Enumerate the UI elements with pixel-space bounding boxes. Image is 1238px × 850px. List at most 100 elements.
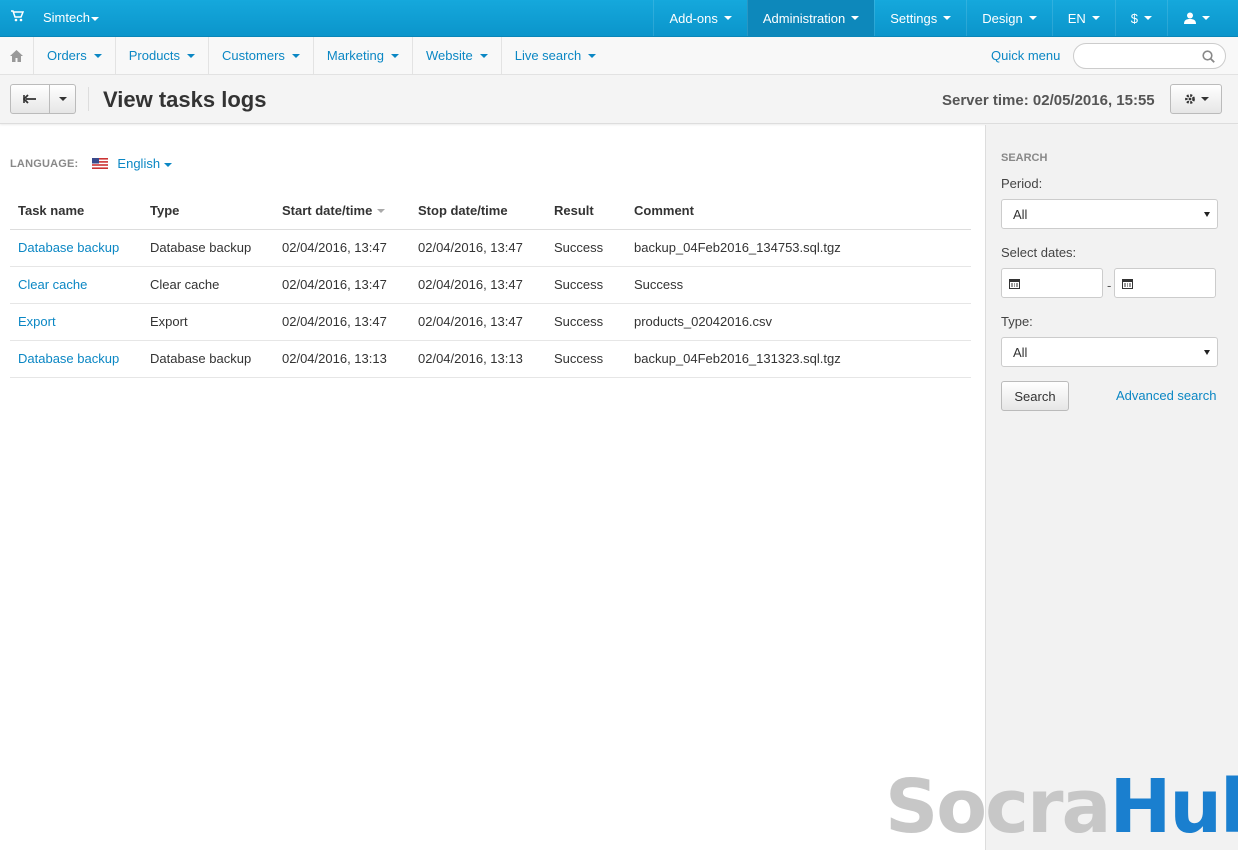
col-start[interactable]: Start date/time [274, 192, 410, 230]
col-task-name[interactable]: Task name [10, 192, 142, 230]
table-row: Export Export 02/04/2016, 13:47 02/04/20… [10, 303, 971, 341]
calendar-icon[interactable] [1009, 278, 1020, 289]
language-selector: LANGUAGE: English [10, 156, 173, 171]
sort-desc-icon [377, 209, 386, 214]
comment-cell: backup_04Feb2016_131323.sql.tgz [626, 340, 971, 378]
nav-administration[interactable]: Administration [746, 0, 875, 36]
menu-live-search[interactable]: Live search [502, 37, 609, 74]
col-comment[interactable]: Comment [626, 192, 971, 230]
task-name-cell: Database backup [10, 229, 142, 267]
back-dropdown-button[interactable] [50, 84, 76, 114]
col-stop[interactable]: Stop date/time [410, 192, 546, 230]
start-cell: 02/04/2016, 13:47 [274, 303, 410, 341]
period-select[interactable]: All [1001, 199, 1218, 229]
main-menu-bar: Orders Products Customers Marketing Webs… [0, 37, 1238, 75]
cart-icon[interactable] [10, 9, 24, 23]
calendar-icon[interactable] [1122, 278, 1133, 289]
watermark-part1: Socra [885, 764, 1111, 850]
top-nav: Add-ons Administration Settings Design E… [653, 0, 1238, 37]
chevron-down-icon [164, 162, 173, 167]
table-row: Database backup Database backup 02/04/20… [10, 340, 971, 378]
nav-currency-label: $ [1130, 10, 1138, 26]
nav-currency[interactable]: $ [1114, 0, 1167, 36]
gear-icon [1184, 94, 1195, 104]
task-link[interactable]: Database backup [18, 240, 119, 255]
nav-settings[interactable]: Settings [874, 0, 966, 36]
stop-cell: 02/04/2016, 13:13 [410, 340, 546, 378]
chevron-down-icon [1202, 16, 1210, 20]
type-select[interactable]: All [1001, 337, 1218, 367]
table-row: Database backup Database backup 02/04/20… [10, 229, 971, 267]
result-cell: Success [546, 340, 626, 378]
menu-marketing[interactable]: Marketing [314, 37, 413, 74]
menu-website[interactable]: Website [413, 37, 502, 74]
menu-products[interactable]: Products [116, 37, 210, 74]
date-from-input[interactable] [1001, 268, 1103, 298]
chevron-down-icon [187, 53, 196, 58]
top-bar: Simtech Add-ons Administration Settings … [0, 0, 1238, 37]
chevron-down-icon [1091, 16, 1100, 20]
chevron-down-icon [851, 16, 860, 20]
nav-user[interactable] [1167, 0, 1238, 36]
store-selector[interactable]: Simtech [43, 10, 99, 25]
home-icon [10, 49, 23, 62]
menu-orders-label: Orders [47, 48, 87, 63]
stop-cell: 02/04/2016, 13:47 [410, 266, 546, 304]
nav-design-label: Design [982, 10, 1023, 26]
search-button[interactable]: Search [1001, 381, 1069, 411]
menu-customers[interactable]: Customers [209, 37, 314, 74]
comment-cell: backup_04Feb2016_134753.sql.tgz [626, 229, 971, 267]
date-range-dash: - [1107, 278, 1112, 293]
result-cell: Success [546, 266, 626, 304]
settings-dropdown-button[interactable] [1170, 84, 1222, 114]
global-search-input[interactable] [1084, 44, 1204, 68]
start-cell: 02/04/2016, 13:47 [274, 229, 410, 267]
menu-products-label: Products [128, 48, 181, 63]
table-header-row: Task name Type Start date/time Stop date… [10, 192, 971, 230]
chevron-down-icon [723, 16, 732, 20]
task-link[interactable]: Clear cache [18, 277, 87, 292]
start-cell: 02/04/2016, 13:47 [274, 266, 410, 304]
global-search [1073, 43, 1226, 69]
quick-menu-link[interactable]: Quick menu [991, 48, 1060, 63]
chevron-down-icon [588, 53, 597, 58]
task-link[interactable]: Export [18, 314, 56, 329]
advanced-search-link[interactable]: Advanced search [1116, 388, 1216, 403]
type-cell: Database backup [142, 340, 274, 378]
chevron-down-icon [479, 53, 488, 58]
chevron-down-icon [93, 53, 102, 58]
search-sidebar: SEARCH Period: All Select dates: - Type:… [985, 125, 1238, 850]
task-name-cell: Clear cache [10, 266, 142, 304]
back-arrow-icon [23, 94, 36, 104]
chevron-down-icon [390, 53, 399, 58]
menu-marketing-label: Marketing [326, 48, 384, 63]
user-icon [1184, 12, 1196, 24]
type-label: Type: [1001, 314, 1033, 329]
home-button[interactable] [0, 37, 34, 74]
language-value: English [117, 156, 161, 171]
date-to-input[interactable] [1114, 268, 1216, 298]
type-value: All [1013, 344, 1028, 360]
language-dropdown[interactable]: English [117, 156, 173, 171]
title-bar: View tasks logs Server time: 02/05/2016,… [0, 75, 1238, 124]
menu-orders[interactable]: Orders [34, 37, 116, 74]
task-link[interactable]: Database backup [18, 351, 119, 366]
nav-language[interactable]: EN [1051, 0, 1115, 36]
nav-administration-label: Administration [762, 10, 846, 26]
chevron-down-icon [1200, 97, 1209, 101]
main-menu: Orders Products Customers Marketing Webs… [34, 37, 609, 74]
page-title: View tasks logs [103, 87, 267, 112]
nav-addons[interactable]: Add-ons [653, 0, 746, 36]
chevron-down-icon [1204, 350, 1210, 355]
back-button-group [10, 84, 76, 114]
search-icon[interactable] [1202, 50, 1215, 63]
back-button[interactable] [10, 84, 50, 114]
nav-design[interactable]: Design [966, 0, 1051, 36]
chevron-down-icon [943, 16, 952, 20]
col-result[interactable]: Result [546, 192, 626, 230]
chevron-down-icon [58, 97, 67, 101]
chevron-down-icon [90, 16, 99, 21]
col-type[interactable]: Type [142, 192, 274, 230]
us-flag-icon [92, 158, 109, 169]
result-cell: Success [546, 303, 626, 341]
